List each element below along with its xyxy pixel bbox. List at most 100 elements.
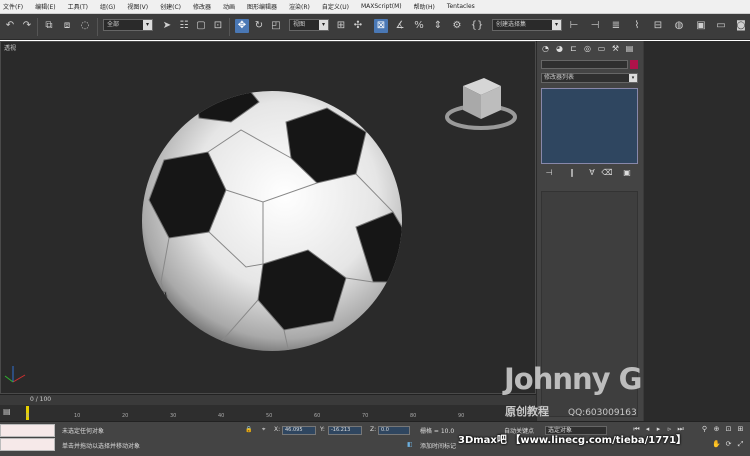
- track-bar-menu-icon[interactable]: ▤: [3, 407, 12, 416]
- chevron-down-icon: ▾: [629, 74, 637, 82]
- hierarchy-tab-icon[interactable]: ⊏: [568, 44, 579, 54]
- select-move-icon[interactable]: ✥: [235, 19, 249, 33]
- show-end-result-icon[interactable]: ∥: [566, 167, 578, 179]
- menu-item[interactable]: 自定义(U): [322, 2, 349, 11]
- maxscript-listener[interactable]: [0, 424, 55, 437]
- window-crossing-icon[interactable]: ⊡: [211, 19, 225, 33]
- pan-icon[interactable]: ✋: [712, 440, 721, 449]
- viewport-scene: [4, 78, 517, 383]
- absolute-mode-icon[interactable]: ⌖: [262, 426, 265, 434]
- zoom-extents-all-icon[interactable]: ⊞: [736, 425, 745, 434]
- viewcube-icon[interactable]: [445, 78, 517, 130]
- object-name-field[interactable]: [541, 60, 628, 69]
- timeline-tick-label: 10: [74, 413, 81, 419]
- pivot-center-icon[interactable]: ⊞: [334, 19, 348, 33]
- menu-item[interactable]: 图形编辑器: [247, 2, 277, 11]
- render-setup-icon[interactable]: ▣: [694, 19, 708, 33]
- select-by-name-icon[interactable]: ☷: [177, 19, 191, 33]
- menu-item[interactable]: 组(G): [100, 2, 115, 11]
- lock-selection-icon[interactable]: 🔒: [245, 426, 252, 433]
- create-tab-icon[interactable]: ◔: [540, 44, 551, 54]
- menu-item[interactable]: 文件(F): [3, 2, 23, 11]
- percent-snap-icon[interactable]: %: [412, 19, 426, 33]
- menu-item[interactable]: 动画: [223, 2, 235, 11]
- orbit-icon[interactable]: ⟳: [724, 440, 733, 449]
- z-coordinate-field[interactable]: 0.0: [378, 426, 410, 435]
- select-rotate-icon[interactable]: ↻: [252, 19, 266, 33]
- configure-sets-icon[interactable]: ▣: [621, 167, 633, 179]
- modifier-stack[interactable]: [541, 88, 638, 164]
- menu-item[interactable]: 工具(T): [68, 2, 88, 11]
- menu-item[interactable]: Tentacles: [447, 3, 475, 10]
- redo-icon[interactable]: ↷: [20, 19, 34, 33]
- reference-coordinate-value: 视图: [293, 21, 306, 28]
- select-manipulate-icon[interactable]: ✣: [351, 19, 365, 33]
- snap-toggle-icon[interactable]: ⊠: [374, 19, 388, 33]
- menu-item[interactable]: 渲染(R): [289, 2, 310, 11]
- named-selection-dropdown[interactable]: 创建选择集 ▾: [492, 19, 562, 31]
- pin-stack-icon[interactable]: ⊣: [543, 167, 555, 179]
- modify-tab-icon[interactable]: ◕: [554, 44, 565, 54]
- perspective-viewport[interactable]: 透视: [0, 41, 536, 394]
- curve-editor-icon[interactable]: ⌇: [630, 19, 644, 33]
- mirror-icon[interactable]: {}: [470, 19, 484, 33]
- rendered-frame-window-icon[interactable]: ▭: [714, 19, 728, 33]
- menu-item[interactable]: 帮助(H): [414, 2, 435, 11]
- remove-modifier-icon[interactable]: ⌫: [601, 167, 613, 179]
- zoom-icon[interactable]: ⚲: [700, 425, 709, 434]
- soccer-ball[interactable]: [136, 86, 411, 362]
- display-tab-icon[interactable]: ▭: [596, 44, 607, 54]
- unlink-icon[interactable]: ⧈: [60, 19, 74, 33]
- utilities-tab-icon[interactable]: ⚒: [610, 44, 621, 54]
- bind-space-warp-icon[interactable]: ◌: [78, 19, 92, 33]
- menu-item[interactable]: 修改器: [193, 2, 211, 11]
- selection-filter-dropdown[interactable]: 全部 ▾: [103, 19, 153, 31]
- angle-snap-icon[interactable]: ∡: [393, 19, 407, 33]
- select-object-icon[interactable]: ➤: [160, 19, 174, 33]
- zoom-extents-icon[interactable]: ⊡: [724, 425, 733, 434]
- material-editor-icon[interactable]: ◍: [672, 19, 686, 33]
- object-color-swatch[interactable]: [630, 60, 638, 69]
- layer-manager-icon[interactable]: ⊣: [588, 19, 602, 33]
- y-coordinate-field[interactable]: -16.213: [328, 426, 362, 435]
- menu-item[interactable]: 视图(V): [127, 2, 148, 11]
- time-tag-icon[interactable]: ◧: [407, 441, 413, 448]
- timeline-tick-label: 80: [410, 413, 417, 419]
- menu-item[interactable]: 编辑(E): [35, 2, 55, 11]
- chevron-down-icon: ▾: [552, 20, 561, 30]
- add-time-tag-button[interactable]: 添加时间标记: [420, 441, 456, 450]
- zoom-all-icon[interactable]: ⊕: [712, 425, 721, 434]
- panel-menu-icon[interactable]: ▤: [624, 44, 635, 54]
- render-production-icon[interactable]: ◙: [734, 19, 748, 33]
- prompt-text: 单击并拖动以选择并移动对象: [62, 443, 141, 450]
- chevron-down-icon: ▾: [319, 20, 328, 30]
- spinner-snap-icon[interactable]: ⇕: [431, 19, 445, 33]
- x-coordinate-field[interactable]: 46.095: [282, 426, 316, 435]
- named-selection-value: 创建选择集: [496, 21, 527, 28]
- axis-tripod-icon: [4, 366, 26, 383]
- edit-named-sets-icon[interactable]: ⚙: [450, 19, 464, 33]
- watermark-tutorial: 原创教程: [505, 405, 549, 418]
- make-unique-icon[interactable]: ∀: [586, 167, 598, 179]
- maxscript-output[interactable]: [0, 438, 55, 451]
- menu-item[interactable]: 创建(C): [160, 2, 181, 11]
- modifier-list-label: 修改器列表: [544, 74, 575, 81]
- menu-item[interactable]: MAXScript(M): [361, 3, 402, 10]
- select-scale-icon[interactable]: ◰: [269, 19, 283, 33]
- toolbar-separator: [229, 18, 230, 36]
- motion-tab-icon[interactable]: ◎: [582, 44, 593, 54]
- timeline-tick-label: 20: [122, 413, 129, 419]
- timeline-tick-label: 40: [218, 413, 225, 419]
- scene-explorer-icon[interactable]: ≣: [609, 19, 623, 33]
- reference-coordinate-dropdown[interactable]: 视图 ▾: [289, 19, 329, 31]
- rect-selection-icon[interactable]: ▢: [194, 19, 208, 33]
- time-slider[interactable]: 0 / 100: [0, 394, 536, 405]
- modifier-list-dropdown[interactable]: 修改器列表 ▾: [541, 73, 638, 83]
- timeline-tick-label: 70: [362, 413, 369, 419]
- chevron-down-icon: ▾: [143, 20, 152, 30]
- maximize-viewport-icon[interactable]: ⤢: [736, 440, 745, 449]
- schematic-view-icon[interactable]: ⊟: [651, 19, 665, 33]
- undo-icon[interactable]: ↶: [3, 19, 17, 33]
- select-link-icon[interactable]: ⧉: [42, 19, 56, 33]
- align-icon[interactable]: ⊢: [567, 19, 581, 33]
